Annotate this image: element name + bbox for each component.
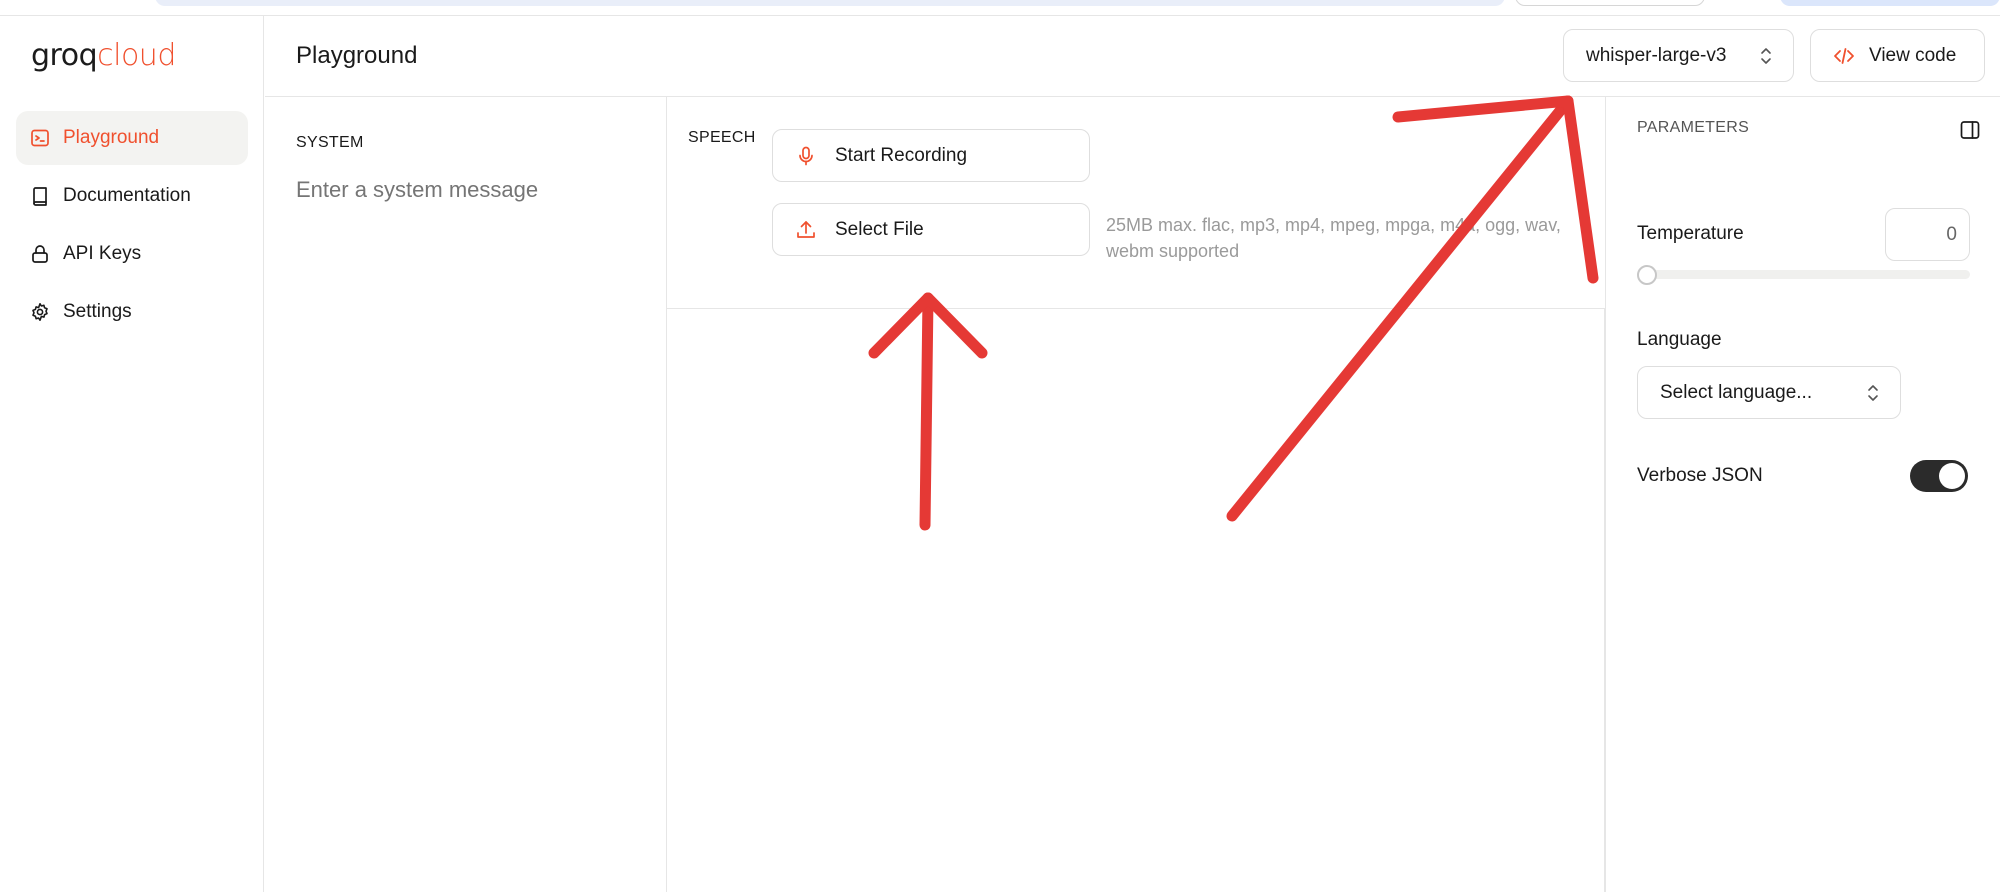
model-select-value: whisper-large-v3 (1586, 44, 1727, 66)
model-select[interactable]: whisper-large-v3 (1563, 29, 1794, 82)
language-select-value: Select language... (1660, 381, 1813, 403)
browser-toolbar-button[interactable] (1515, 0, 1705, 6)
sidebar-item-documentation[interactable]: Documentation (16, 169, 248, 223)
parameters-panel: PARAMETERS Temperature Language Select l… (1605, 97, 2000, 892)
browser-address-bar[interactable] (155, 0, 1505, 6)
temperature-slider-track[interactable] (1637, 270, 1970, 279)
sidebar-item-label: API Keys (63, 243, 142, 264)
speech-label: SPEECH (688, 129, 756, 146)
verbose-json-label: Verbose JSON (1637, 465, 1763, 486)
sidebar-item-label: Settings (63, 301, 132, 322)
start-recording-label: Start Recording (835, 144, 968, 166)
upload-icon (797, 220, 815, 238)
sidebar-item-label: Documentation (63, 185, 191, 206)
speech-input-panel: SPEECH Start Recording Select File 25MB … (667, 97, 1605, 309)
sidebar-nav: Playground Documentation API Keys Settin… (16, 111, 248, 343)
gear-icon (30, 302, 50, 322)
book-icon (30, 186, 50, 206)
sidebar-item-api-keys[interactable]: API Keys (16, 227, 248, 281)
sidebar-item-label: Playground (63, 127, 160, 148)
system-panel: SYSTEM (265, 97, 667, 892)
microphone-icon (799, 146, 813, 165)
sidebar-toggle-icon[interactable] (1959, 119, 1981, 141)
terminal-icon (30, 128, 50, 148)
start-recording-button[interactable]: Start Recording (772, 129, 1090, 182)
language-select[interactable]: Select language... (1637, 366, 1901, 419)
toggle-knob (1939, 463, 1965, 489)
temperature-slider-thumb[interactable] (1637, 265, 1657, 285)
system-message-input[interactable] (296, 177, 636, 203)
temperature-input[interactable] (1885, 208, 1970, 261)
chevron-up-down-icon (1761, 48, 1771, 64)
sidebar: groqcloud Playground Documentation API K… (0, 16, 264, 892)
chevron-up-down-icon (1868, 385, 1878, 401)
parameters-title: PARAMETERS (1637, 119, 1750, 136)
page-header: Playground whisper-large-v3 View code (265, 16, 2000, 97)
lock-icon (30, 244, 50, 264)
page-title: Playground (296, 42, 418, 69)
code-icon (1834, 47, 1854, 64)
system-label: SYSTEM (296, 134, 364, 151)
transcription-output-area (667, 309, 1605, 892)
select-file-label: Select File (835, 218, 924, 240)
sidebar-item-settings[interactable]: Settings (16, 285, 248, 339)
file-format-hint: 25MB max. flac, mp3, mp4, mpeg, mpga, m4… (1106, 215, 1561, 261)
sidebar-item-playground[interactable]: Playground (16, 111, 248, 165)
select-file-button[interactable]: Select File (772, 203, 1090, 256)
groqcloud-logo[interactable]: groqcloud (31, 38, 176, 73)
verbose-json-toggle[interactable] (1910, 460, 1968, 492)
browser-action-button[interactable] (1780, 0, 2000, 6)
view-code-label: View code (1869, 44, 1957, 66)
browser-top-strip (0, 0, 2000, 16)
view-code-button[interactable]: View code (1810, 29, 1985, 82)
temperature-label: Temperature (1637, 223, 1744, 244)
language-label: Language (1637, 329, 1722, 350)
